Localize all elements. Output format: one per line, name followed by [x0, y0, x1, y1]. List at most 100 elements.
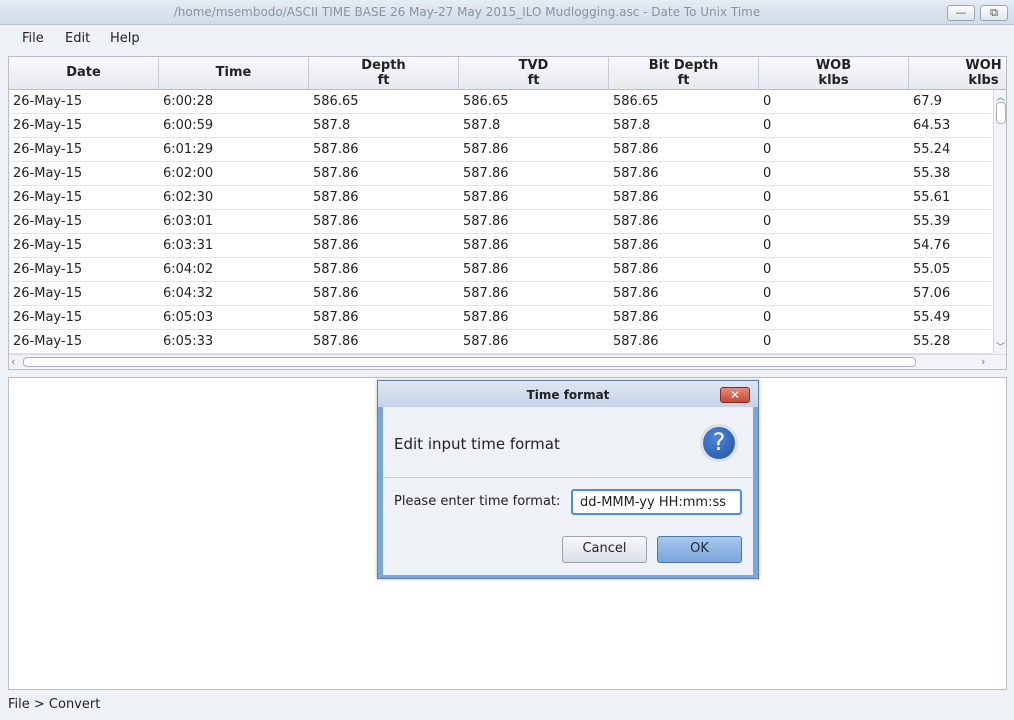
table-cell[interactable]: 26-May-15	[13, 334, 82, 349]
table-cell[interactable]: 0	[763, 142, 771, 157]
table-cell[interactable]: 55.24	[913, 142, 950, 157]
column-header[interactable]: Date	[9, 57, 159, 90]
table-cell[interactable]: 26-May-15	[13, 166, 82, 181]
table-row[interactable]: 26-May-15 6:02:00 587.86 587.86 587.86 0 55.38	[9, 162, 991, 186]
table-cell[interactable]: 587.86	[613, 166, 659, 181]
table-cell[interactable]: 587.86	[463, 310, 509, 325]
table-cell[interactable]: 6:00:28	[163, 94, 213, 109]
table-cell[interactable]: 587.86	[313, 166, 359, 181]
table-cell[interactable]: 587.86	[463, 286, 509, 301]
table-cell[interactable]: 587.86	[613, 334, 659, 349]
column-header[interactable]: Time	[159, 57, 309, 90]
table-cell[interactable]: 587.86	[463, 190, 509, 205]
table-cell[interactable]: 587.86	[313, 214, 359, 229]
table-cell[interactable]: 26-May-15	[13, 142, 82, 157]
table-cell[interactable]: 0	[763, 262, 771, 277]
table-cell[interactable]: 6:03:01	[163, 214, 213, 229]
table-cell[interactable]: 587.8	[313, 118, 350, 133]
table-cell[interactable]: 6:04:02	[163, 262, 213, 277]
table-cell[interactable]: 586.65	[613, 94, 659, 109]
table-cell[interactable]: 55.05	[913, 262, 950, 277]
table-cell[interactable]: 26-May-15	[13, 190, 82, 205]
maximize-button[interactable]: ⧉	[980, 5, 1008, 21]
menu-file[interactable]: File	[22, 31, 44, 46]
vertical-scroll-thumb[interactable]	[996, 102, 1006, 124]
table-cell[interactable]: 54.76	[913, 238, 950, 253]
table-cell[interactable]: 6:05:33	[163, 334, 213, 349]
table-cell[interactable]: 6:03:31	[163, 238, 213, 253]
column-header[interactable]: Depth ft	[309, 57, 459, 90]
table-row[interactable]: 26-May-15 6:04:32 587.86 587.86 587.86 0 57.06	[9, 282, 991, 306]
table-cell[interactable]: 0	[763, 238, 771, 253]
table-cell[interactable]: 55.28	[913, 334, 950, 349]
table-cell[interactable]: 586.65	[463, 94, 509, 109]
table-cell[interactable]: 587.86	[463, 262, 509, 277]
table-cell[interactable]: 587.86	[463, 142, 509, 157]
column-header[interactable]: WOH klbs	[909, 57, 1006, 90]
table-cell[interactable]: 26-May-15	[13, 94, 82, 109]
time-format-input[interactable]	[571, 489, 742, 515]
table-cell[interactable]: 587.8	[463, 118, 500, 133]
table-cell[interactable]: 0	[763, 118, 771, 133]
table-cell[interactable]: 26-May-15	[13, 286, 82, 301]
table-cell[interactable]: 26-May-15	[13, 310, 82, 325]
table-cell[interactable]: 67.9	[913, 94, 942, 109]
table-cell[interactable]: 587.86	[613, 190, 659, 205]
table-cell[interactable]: 587.86	[313, 142, 359, 157]
table-cell[interactable]: 587.86	[313, 286, 359, 301]
table-cell[interactable]: 587.86	[613, 286, 659, 301]
table-cell[interactable]: 26-May-15	[13, 262, 82, 277]
table-row[interactable]: 26-May-15 6:03:31 587.86 587.86 587.86 0 54.76	[9, 234, 991, 258]
table-row[interactable]: 26-May-15 6:05:03 587.86 587.86 587.86 0 55.49	[9, 306, 991, 330]
table-cell[interactable]: 587.86	[613, 214, 659, 229]
table-cell[interactable]: 587.86	[463, 334, 509, 349]
table-row[interactable]: 26-May-15 6:00:59 587.8 587.8 587.8 0 64.53	[9, 114, 991, 138]
table-cell[interactable]: 55.49	[913, 310, 950, 325]
table-cell[interactable]: 6:04:32	[163, 286, 213, 301]
table-cell[interactable]: 0	[763, 286, 771, 301]
table-cell[interactable]: 587.86	[613, 238, 659, 253]
table-row[interactable]: 26-May-15 6:04:02 587.86 587.86 587.86 0 55.05	[9, 258, 991, 282]
table-cell[interactable]: 6:05:03	[163, 310, 213, 325]
cancel-button[interactable]: Cancel	[562, 536, 647, 563]
table-cell[interactable]: 587.86	[463, 238, 509, 253]
table-cell[interactable]: 587.86	[463, 166, 509, 181]
minimize-button[interactable]: —	[947, 5, 975, 21]
table-cell[interactable]: 587.86	[313, 262, 359, 277]
table-cell[interactable]: 26-May-15	[13, 238, 82, 253]
table-cell[interactable]: 57.06	[913, 286, 950, 301]
table-cell[interactable]: 587.86	[613, 310, 659, 325]
table-cell[interactable]: 587.8	[613, 118, 650, 133]
table-cell[interactable]: 0	[763, 214, 771, 229]
table-cell[interactable]: 0	[763, 310, 771, 325]
table-row[interactable]: 26-May-15 6:02:30 587.86 587.86 587.86 0 55.61	[9, 186, 991, 210]
table-cell[interactable]: 586.65	[313, 94, 359, 109]
column-header[interactable]: TVD ft	[459, 57, 609, 90]
horizontal-scroll-thumb[interactable]	[23, 357, 916, 367]
table-cell[interactable]: 6:01:29	[163, 142, 213, 157]
menu-help[interactable]: Help	[110, 31, 140, 46]
table-cell[interactable]: 587.86	[313, 310, 359, 325]
table-row[interactable]: 26-May-15 6:05:33 587.86 587.86 587.86 0 55.28	[9, 330, 991, 354]
table-cell[interactable]: 587.86	[313, 190, 359, 205]
ok-button[interactable]: OK	[657, 536, 742, 563]
table-cell[interactable]: 587.86	[613, 262, 659, 277]
table-cell[interactable]: 0	[763, 94, 771, 109]
table-cell[interactable]: 6:00:59	[163, 118, 213, 133]
table-cell[interactable]: 6:02:30	[163, 190, 213, 205]
column-header[interactable]: Bit Depth ft	[609, 57, 759, 90]
table-row[interactable]: 26-May-15 6:00:28 586.65 586.65 586.65 0 67.9	[9, 90, 991, 114]
table-row[interactable]: 26-May-15 6:01:29 587.86 587.86 587.86 0 55.24	[9, 138, 991, 162]
table-cell[interactable]: 0	[763, 190, 771, 205]
vertical-scrollbar[interactable]: ︿ ﹀	[993, 90, 1006, 354]
table-cell[interactable]: 55.39	[913, 214, 950, 229]
column-header[interactable]: WOB klbs	[759, 57, 909, 90]
table-cell[interactable]: 26-May-15	[13, 118, 82, 133]
scroll-left-icon[interactable]: ‹	[11, 355, 15, 368]
table-cell[interactable]: 55.38	[913, 166, 950, 181]
table-cell[interactable]: 6:02:00	[163, 166, 213, 181]
scroll-down-icon[interactable]: ﹀	[996, 340, 1005, 353]
horizontal-scrollbar[interactable]: ‹ ›	[9, 354, 1006, 369]
menu-edit[interactable]: Edit	[65, 31, 90, 46]
table-cell[interactable]: 55.61	[913, 190, 950, 205]
